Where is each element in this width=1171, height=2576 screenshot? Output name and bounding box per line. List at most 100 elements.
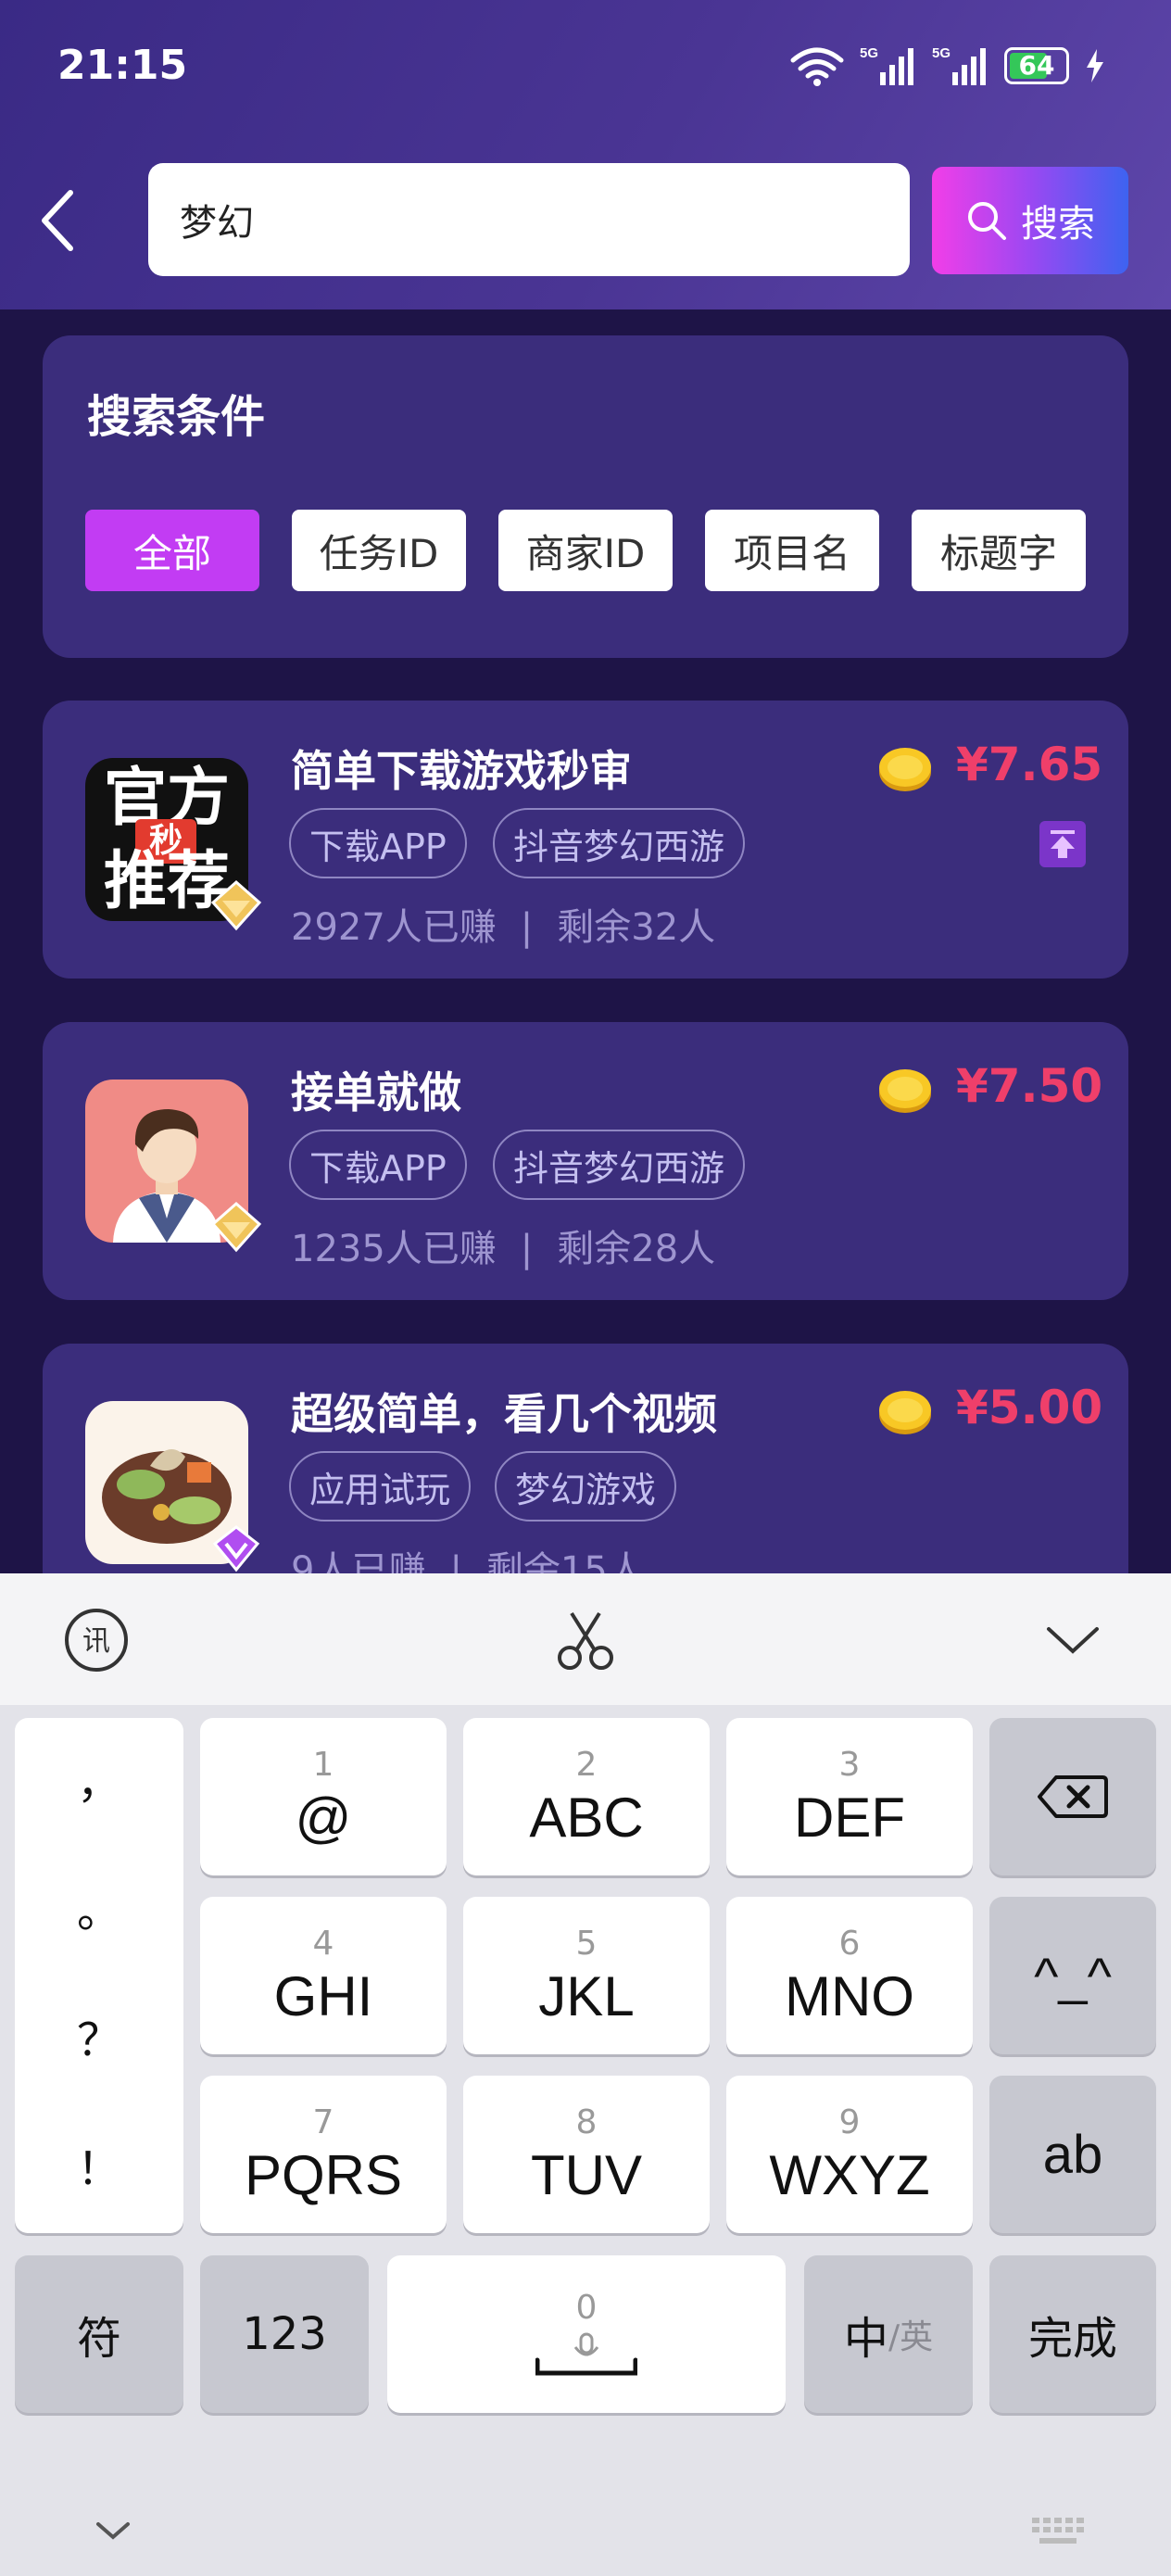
collapse-keyboard-button[interactable] (1034, 1601, 1112, 1679)
task-tag: 抖音梦幻西游 (493, 808, 746, 878)
task-card[interactable]: 官方 秒 推荐 简单下载游戏秒审 ¥7.65 下载APP 抖音梦幻西游 2927… (43, 701, 1128, 979)
stats-separator: | (449, 1549, 462, 1573)
key-letters: ABC (529, 1787, 644, 1849)
key-6[interactable]: 6 MNO (726, 1897, 973, 2054)
backspace-icon (1038, 1775, 1108, 1818)
task-stats: 2927人已赚 | 剩余32人 (291, 897, 715, 951)
purple-diamond-badge-icon (212, 1525, 260, 1572)
back-button[interactable] (28, 176, 87, 265)
signal-5g-icon-1: 5G (860, 45, 913, 85)
key-letters: PQRS (244, 2144, 403, 2206)
key-4[interactable]: 4 GHI (200, 1897, 447, 2054)
key-digit: 3 (838, 1746, 861, 1784)
cut-button[interactable] (547, 1601, 624, 1679)
coin-icon (879, 1069, 931, 1113)
ab-key[interactable]: ab (989, 2076, 1156, 2233)
status-time: 21:15 (57, 42, 188, 89)
status-icons: 5G 5G 64 (789, 44, 1106, 87)
key-letters: JKL (538, 1965, 635, 2027)
punctuation-column[interactable]: ， 。 ？ ！ (15, 1718, 183, 2233)
key-5[interactable]: 5 JKL (463, 1897, 710, 2054)
ime-logo-button[interactable]: 讯 (57, 1601, 135, 1679)
space-key[interactable]: 0 (387, 2255, 786, 2413)
gold-diamond-badge-icon (210, 880, 262, 931)
number-key[interactable]: 123 (200, 2255, 369, 2413)
key-digit: 5 (575, 1925, 598, 1963)
task-stats: 9人已赚 | 剩余15人 (291, 1540, 645, 1573)
key-2[interactable]: 2 ABC (463, 1718, 710, 1875)
hide-keyboard-button[interactable] (74, 2493, 152, 2570)
svg-text:5G: 5G (932, 45, 951, 61)
filter-chip-project-name[interactable]: 项目名 (705, 510, 879, 591)
filter-chip-task-id[interactable]: 任务ID (292, 510, 466, 591)
stats-separator: | (520, 906, 534, 949)
task-tag: 抖音梦幻西游 (493, 1130, 746, 1200)
task-card[interactable]: 接单就做 ¥7.50 下载APP 抖音梦幻西游 1235人已赚 | 剩余28人 (43, 1022, 1128, 1300)
task-remaining: 剩余32人 (557, 906, 716, 949)
done-key[interactable]: 完成 (989, 2255, 1156, 2413)
task-price: ¥7.65 (956, 738, 1103, 791)
chevron-down-icon (1047, 1627, 1099, 1654)
task-remaining: 剩余28人 (557, 1228, 716, 1270)
key-8[interactable]: 8 TUV (463, 2076, 710, 2233)
key-digit: 4 (312, 1925, 334, 1963)
signal-5g-icon-2: 5G (932, 45, 986, 85)
key-9[interactable]: 9 WXYZ (726, 2076, 973, 2233)
punct-exclaim[interactable]: ！ (77, 2141, 121, 2197)
key-letters: WXYZ (769, 2144, 930, 2206)
microphone-icon (535, 2332, 637, 2376)
search-icon (968, 202, 1006, 240)
language-switch-key[interactable]: 中/英 (804, 2255, 973, 2413)
svg-text:5G: 5G (860, 45, 878, 61)
keyboard-switch-button[interactable] (1019, 2493, 1097, 2570)
key-3[interactable]: 3 DEF (726, 1718, 973, 1875)
key-7[interactable]: 7 PQRS (200, 2076, 447, 2233)
keyboard-icon (1032, 2518, 1084, 2544)
coin-icon (879, 748, 931, 791)
emoticon-key[interactable]: ^_^ (989, 1897, 1156, 2054)
search-conditions-title: 搜索条件 (87, 391, 266, 443)
task-card[interactable]: 超级简单，看几个视频 ¥5.00 应用试玩 梦幻游戏 9人已赚 | 剩余15人 (43, 1344, 1128, 1573)
task-tag: 下载APP (289, 808, 467, 878)
key-letters: DEF (794, 1787, 905, 1849)
task-title: 接单就做 (291, 1067, 461, 1118)
search-input-value: 梦幻 (180, 202, 254, 245)
key-letters: GHI (273, 1965, 373, 2027)
app-screen: 21:15 5G 5G 64 梦幻 搜索 搜索条件 全部 任务ID 商家ID 项… (0, 0, 1171, 1573)
filter-chip-merchant-id[interactable]: 商家ID (498, 510, 673, 591)
battery-percent: 64 (1018, 50, 1055, 81)
punct-comma[interactable]: ， (77, 1755, 121, 1811)
task-tag: 应用试玩 (289, 1451, 472, 1522)
ime-logo-icon: 讯 (65, 1609, 128, 1672)
symbol-key[interactable]: 符 (15, 2255, 183, 2413)
ab-label: ab (1042, 2124, 1103, 2185)
backspace-key[interactable] (989, 1718, 1156, 1875)
lang-main-label: 中 (843, 2313, 888, 2365)
pin-top-icon[interactable] (1039, 821, 1086, 867)
punct-period[interactable]: 。 (77, 1884, 121, 1939)
key-letters: @ (295, 1787, 352, 1849)
search-conditions-card: 搜索条件 全部 任务ID 商家ID 项目名 标题字 (43, 335, 1128, 658)
task-title: 简单下载游戏秒审 (291, 746, 632, 796)
search-button[interactable]: 搜索 (932, 167, 1128, 274)
key-letters: MNO (785, 1965, 914, 2027)
task-price: ¥5.00 (956, 1381, 1103, 1434)
gold-diamond-badge-icon (210, 1202, 262, 1253)
header: 21:15 5G 5G 64 梦幻 搜索 (0, 0, 1171, 309)
task-tag: 梦幻游戏 (495, 1451, 677, 1522)
key-digit: 0 (575, 2289, 598, 2327)
scissors-icon (558, 1611, 613, 1670)
filter-chip-all[interactable]: 全部 (85, 510, 259, 591)
emoticon-label: ^_^ (1034, 1946, 1112, 2005)
key-1[interactable]: 1 @ (200, 1718, 447, 1875)
filter-chip-title-keyword[interactable]: 标题字 (912, 510, 1086, 591)
search-input[interactable]: 梦幻 (148, 163, 910, 276)
svg-text:讯: 讯 (82, 1625, 110, 1658)
key-digit: 7 (312, 2103, 334, 2141)
charging-icon (1087, 49, 1103, 82)
task-earned: 9人已赚 (291, 1549, 426, 1573)
key-digit: 9 (838, 2103, 861, 2141)
done-label: 完成 (1027, 2313, 1117, 2365)
punct-question[interactable]: ？ (77, 2013, 121, 2068)
battery-icon: 64 (1004, 47, 1069, 84)
